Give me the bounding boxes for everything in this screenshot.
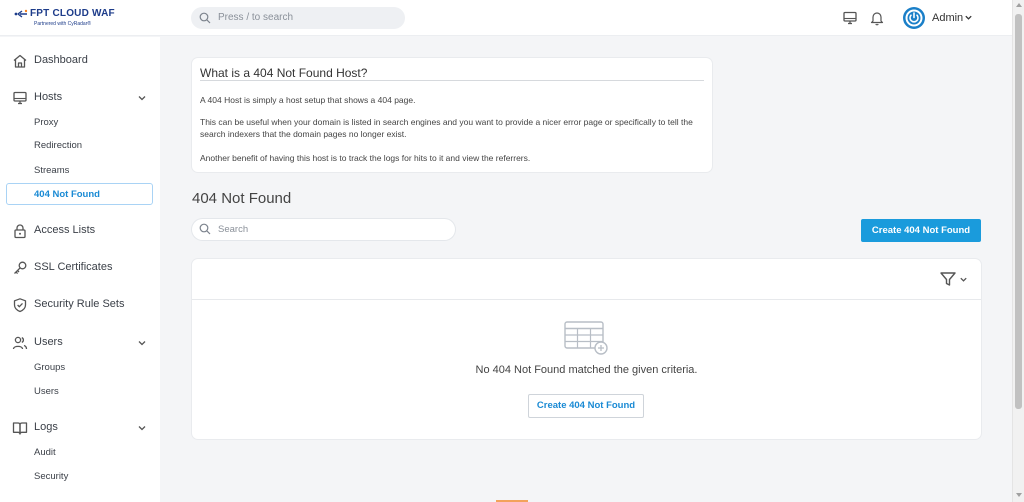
- divider: [200, 80, 704, 81]
- global-search-input[interactable]: Press / to search: [191, 7, 405, 29]
- sidebar: Dashboard Hosts Proxy Redirection Stream…: [0, 37, 160, 502]
- user-name[interactable]: Admin: [932, 12, 963, 24]
- divider: [192, 299, 981, 300]
- sidebar-item-ssl-certificates[interactable]: SSL Certificates: [12, 259, 152, 277]
- info-paragraph: A 404 Host is simply a host setup that s…: [200, 95, 416, 105]
- sidebar-item-label: Security Rule Sets: [34, 298, 125, 310]
- power-icon: [905, 9, 923, 27]
- sidebar-item-redirection[interactable]: Redirection: [34, 140, 82, 151]
- chevron-down-icon[interactable]: [137, 93, 147, 103]
- lock-icon: [14, 224, 26, 239]
- create-404-button[interactable]: Create 404 Not Found: [861, 219, 981, 242]
- empty-table-icon: [564, 321, 608, 355]
- empty-state-message: No 404 Not Found matched the given crite…: [475, 364, 698, 376]
- global-search-placeholder: Press / to search: [218, 12, 294, 23]
- sidebar-item-users-list[interactable]: Users: [34, 386, 59, 397]
- results-card: No 404 Not Found matched the given crite…: [192, 259, 981, 439]
- search-icon: [199, 12, 211, 24]
- info-card: What is a 404 Not Found Host? A 404 Host…: [192, 58, 712, 172]
- sidebar-item-label: SSL Certificates: [34, 261, 113, 273]
- bell-icon[interactable]: [869, 10, 885, 26]
- scroll-down-arrow-icon[interactable]: [1016, 493, 1022, 497]
- scroll-up-arrow-icon[interactable]: [1016, 3, 1022, 7]
- info-paragraph: This can be useful when your domain is l…: [200, 117, 693, 139]
- sidebar-item-streams[interactable]: Streams: [34, 165, 69, 176]
- brand-tagline: Partnered with CyRadar®: [34, 21, 92, 27]
- brand-name: FPT CLOUD WAF: [30, 8, 115, 19]
- info-title: What is a 404 Not Found Host?: [200, 66, 368, 80]
- sidebar-item-dashboard[interactable]: Dashboard: [12, 52, 152, 70]
- shield-check-icon: [13, 298, 27, 313]
- avatar[interactable]: [903, 7, 925, 29]
- sidebar-item-label: Dashboard: [34, 54, 88, 66]
- sidebar-item-label: Hosts: [34, 91, 63, 103]
- filter-icon[interactable]: [939, 270, 957, 288]
- sidebar-item-proxy[interactable]: Proxy: [34, 117, 58, 128]
- chevron-down-icon[interactable]: [137, 423, 147, 433]
- search-icon: [199, 223, 211, 235]
- chevron-down-icon[interactable]: [959, 275, 968, 284]
- sidebar-item-audit[interactable]: Audit: [34, 447, 56, 458]
- scrollbar-thumb[interactable]: [1015, 14, 1022, 409]
- logo-mark-icon: [14, 9, 28, 18]
- page-title: 404 Not Found: [192, 190, 292, 207]
- monitor-icon: [13, 91, 27, 105]
- create-404-empty-button[interactable]: Create 404 Not Found: [528, 394, 644, 418]
- sidebar-item-label: Access Lists: [34, 224, 96, 236]
- book-icon: [12, 422, 28, 435]
- home-icon: [13, 54, 27, 68]
- sidebar-item-label: Logs: [34, 421, 58, 433]
- brand-logo[interactable]: FPT CLOUD WAF Partnered with CyRadar®: [14, 8, 115, 28]
- sidebar-item-security[interactable]: Security: [34, 471, 68, 482]
- users-icon: [12, 336, 28, 350]
- sidebar-item-logs[interactable]: Logs: [12, 419, 152, 437]
- chevron-down-icon[interactable]: [964, 13, 973, 22]
- search-input[interactable]: Search: [192, 219, 455, 240]
- search-placeholder: Search: [218, 224, 249, 235]
- sidebar-item-security-rule-sets[interactable]: Security Rule Sets: [12, 296, 152, 314]
- sidebar-item-label: Users: [34, 336, 63, 348]
- sidebar-item-404-not-found[interactable]: 404 Not Found: [6, 183, 153, 205]
- info-paragraph: Another benefit of having this host is t…: [200, 153, 531, 163]
- sidebar-item-hosts[interactable]: Hosts: [12, 89, 152, 107]
- top-header: FPT CLOUD WAF Partnered with CyRadar® Pr…: [0, 0, 1012, 36]
- sidebar-item-access-lists[interactable]: Access Lists: [12, 222, 152, 240]
- monitor-icon[interactable]: [842, 10, 858, 26]
- sidebar-item-users[interactable]: Users: [12, 334, 152, 352]
- sidebar-item-groups[interactable]: Groups: [34, 362, 65, 373]
- key-icon: [14, 261, 27, 275]
- chevron-down-icon[interactable]: [137, 338, 147, 348]
- sidebar-item-label: 404 Not Found: [34, 189, 100, 200]
